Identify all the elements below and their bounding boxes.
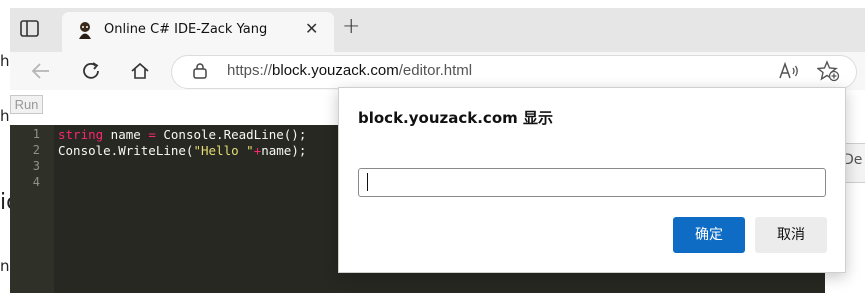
run-button[interactable]: Run — [10, 95, 43, 114]
background-text-fragment: h — [0, 52, 10, 70]
text-caret — [367, 173, 368, 191]
code-line[interactable]: Console.WriteLine("Hello "+name); — [58, 143, 306, 158]
read-aloud-icon[interactable] — [778, 61, 800, 85]
url-path: /editor.html — [398, 62, 473, 79]
new-tab-icon[interactable]: + — [342, 14, 360, 39]
tab-title: Online C# IDE-Zack Yang — [104, 22, 268, 37]
code-token: "Hello " — [193, 143, 254, 158]
sidebar-icon — [20, 20, 39, 37]
code-token: Console.WriteLine( — [58, 143, 194, 158]
background-text-fragment: h — [0, 107, 10, 125]
favicon-icon — [76, 20, 94, 44]
code-line[interactable]: string name = Console.ReadLine(); — [58, 127, 306, 142]
code-token: name — [103, 127, 149, 142]
dialog-title: block.youzack.com 显示 — [358, 109, 553, 127]
background-text-fragment: n — [0, 257, 10, 275]
add-favorite-icon[interactable] — [816, 60, 841, 86]
line-number: 3 — [32, 159, 40, 173]
code-token: name); — [261, 143, 307, 158]
close-tab-icon[interactable]: ✕ — [305, 19, 318, 38]
line-number: 1 — [32, 127, 40, 141]
code-token: string — [58, 127, 104, 142]
code-token: = — [148, 127, 156, 142]
refresh-icon[interactable] — [80, 60, 102, 86]
url-scheme: https:// — [227, 62, 273, 79]
url-text: https://block.youzack.com/editor.html — [227, 62, 472, 79]
back-icon[interactable] — [30, 60, 52, 86]
line-number: 4 — [32, 175, 40, 189]
url-host: block.youzack.com — [272, 62, 399, 79]
lock-icon[interactable] — [192, 62, 208, 84]
code-token: Console.ReadLine(); — [155, 127, 307, 142]
vertical-tabs-button[interactable] — [18, 17, 42, 41]
prompt-input[interactable] — [358, 168, 826, 197]
line-number: 2 — [32, 143, 40, 157]
cancel-button[interactable]: 取消 — [755, 217, 827, 253]
ok-button[interactable]: 确定 — [673, 217, 745, 253]
home-icon[interactable] — [129, 60, 151, 86]
